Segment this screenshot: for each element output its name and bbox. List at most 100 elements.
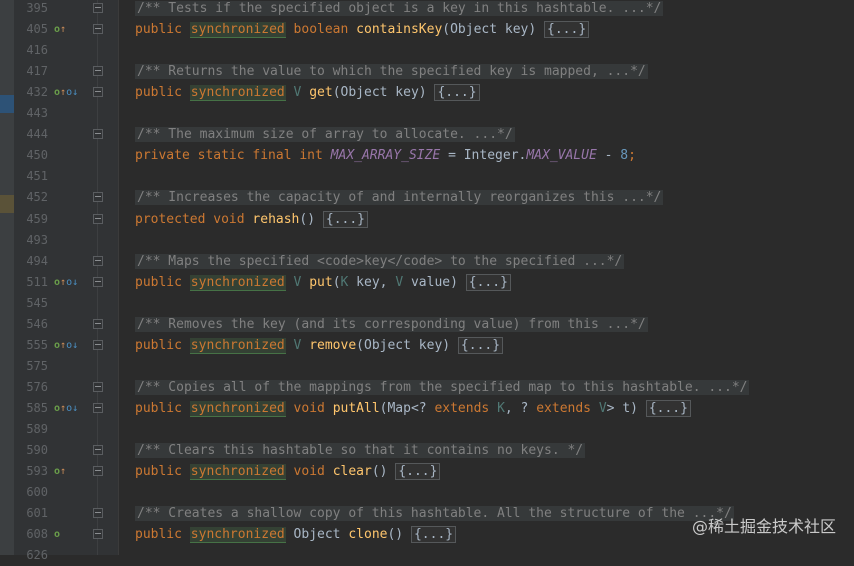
code-line[interactable]: 416: [0, 40, 854, 61]
code-line[interactable]: 452 /** Increases the capacity of and int…: [0, 187, 854, 208]
code-line[interactable]: 593 o↑ public synchronized void clear() {.…: [0, 461, 854, 482]
method-name: containsKey: [356, 22, 443, 38]
fold-toggle-icon[interactable]: [93, 3, 103, 13]
code-line[interactable]: 432 o↑o↓ public synchronized V get(Object …: [0, 82, 854, 103]
override-marker-icon[interactable]: o↑: [54, 461, 84, 482]
code-text[interactable]: /** Creates a shallow copy of this hasht…: [135, 503, 734, 524]
return-type: V: [293, 85, 302, 101]
override-marker-icon[interactable]: o↑o↓: [54, 82, 84, 103]
type-param: K: [489, 400, 505, 416]
fold-toggle-icon[interactable]: [93, 381, 103, 392]
watermark: @稀土掘金技术社区: [691, 517, 836, 536]
code-text[interactable]: private static final int MAX_ARRAY_SIZE …: [135, 145, 636, 166]
code-text[interactable]: public synchronized void clear() {...}: [135, 461, 441, 482]
code-line[interactable]: 511 o↑o↓ public synchronized V put(K key, …: [0, 272, 854, 293]
fold-toggle-icon[interactable]: [93, 402, 103, 413]
code-text[interactable]: protected void rehash() {...}: [135, 209, 369, 230]
return-type: V: [293, 274, 302, 290]
override-marker-icon[interactable]: o: [54, 524, 84, 545]
override-marker-icon[interactable]: o↑: [54, 19, 84, 40]
fold-toggle-icon[interactable]: [93, 318, 103, 329]
line-number: 545: [26, 295, 48, 310]
constant-field: MAX_VALUE: [526, 148, 597, 164]
code-text[interactable]: public synchronized boolean containsKey(…: [135, 19, 590, 40]
code-line[interactable]: 626: [0, 545, 854, 566]
override-marker-icon[interactable]: o↑o↓: [54, 335, 84, 356]
fold-toggle-icon[interactable]: [93, 529, 103, 540]
code-text[interactable]: /** Clears this hashtable so that it con…: [135, 440, 586, 461]
folded-body: {...}: [322, 210, 369, 228]
fold-toggle-icon[interactable]: [93, 66, 103, 77]
code-text[interactable]: public synchronized V remove(Object key)…: [135, 335, 504, 356]
code-text[interactable]: /** Tests if the specified object is a k…: [135, 0, 664, 19]
code-line[interactable]: 417 /** Returns the value to which the sp…: [0, 61, 854, 82]
fold-toggle-icon[interactable]: [93, 445, 103, 456]
code-line[interactable]: 444 /** The maximum size of array to allo…: [0, 124, 854, 145]
return-type: V: [293, 337, 302, 353]
code-line[interactable]: 555 o↑o↓ public synchronized V remove(Obje…: [0, 335, 854, 356]
fold-toggle-icon[interactable]: [93, 87, 103, 98]
code-text[interactable]: public synchronized void putAll(Map<? ex…: [135, 398, 691, 419]
line-number: 417: [26, 64, 48, 79]
code-line[interactable]: 494 /** Maps the specified <code>key</cod…: [0, 251, 854, 272]
code-line[interactable]: 590 /** Clears this hashtable so that it …: [0, 440, 854, 461]
code-text[interactable]: /** The maximum size of array to allocat…: [135, 124, 515, 145]
keyword: public: [135, 527, 182, 543]
code-line[interactable]: 545: [0, 293, 854, 314]
line-number: 590: [26, 443, 48, 458]
type-param: V: [591, 400, 607, 416]
code-line[interactable]: 546 /** Removes the key (and its correspo…: [0, 314, 854, 335]
method-name: get: [309, 85, 333, 101]
line-number: 395: [26, 1, 48, 15]
code-line[interactable]: 589: [0, 419, 854, 440]
code-line[interactable]: 600: [0, 482, 854, 503]
code-text[interactable]: /** Returns the value to which the speci…: [135, 61, 648, 82]
fold-toggle-icon[interactable]: [93, 339, 103, 350]
method-name: clear: [332, 464, 372, 480]
line-number: 443: [26, 106, 48, 121]
code-line[interactable]: 395 /** Tests if the specified object is …: [0, 0, 854, 19]
code-text[interactable]: /** Copies all of the mappings from the …: [135, 377, 750, 398]
code-line[interactable]: 451: [0, 166, 854, 187]
fold-toggle-icon[interactable]: [93, 276, 103, 287]
code-line[interactable]: 405 o↑ public synchronized boolean contain…: [0, 19, 854, 40]
fold-toggle-icon[interactable]: [93, 508, 103, 519]
fold-toggle-icon[interactable]: [93, 213, 103, 224]
method-args: (): [299, 211, 316, 227]
implemented-down-icon: o↓: [66, 87, 79, 99]
code-line[interactable]: 450 private static final int MAX_ARRAY_SI…: [0, 145, 854, 166]
keyword: public: [135, 274, 182, 290]
implements-up-icon: ↑: [60, 466, 67, 478]
code-line[interactable]: 575: [0, 356, 854, 377]
folded-body: {...}: [457, 336, 504, 354]
keyword: public: [135, 400, 182, 416]
fold-toggle-icon[interactable]: [93, 192, 103, 203]
method-args: (): [387, 527, 404, 543]
fold-toggle-icon[interactable]: [93, 466, 103, 477]
code-text[interactable]: /** Increases the capacity of and intern…: [135, 187, 664, 208]
fold-toggle-icon[interactable]: [93, 255, 103, 266]
code-token: > t): [606, 400, 638, 416]
code-text[interactable]: public synchronized Object clone() {...}: [135, 524, 457, 545]
code-text[interactable]: /** Removes the key (and its correspondi…: [135, 314, 648, 335]
override-marker-icon[interactable]: o↑o↓: [54, 398, 84, 419]
keyword: private static final int: [135, 148, 323, 164]
override-marker-icon[interactable]: o↑o↓: [54, 272, 84, 293]
method-name: put: [309, 274, 333, 290]
folded-body: {...}: [544, 21, 590, 39]
code-text[interactable]: public synchronized V put(K key, V value…: [135, 272, 511, 293]
line-number: 593: [26, 464, 48, 479]
fold-toggle-icon[interactable]: [93, 129, 103, 140]
code-text[interactable]: /** Maps the specified <code>key</code> …: [135, 251, 625, 272]
folded-doc-comment: /** The maximum size of array to allocat…: [135, 127, 515, 143]
code-line[interactable]: 585 o↑o↓ public synchronized void putAll(M…: [0, 398, 854, 419]
folded-doc-comment: /** Returns the value to which the speci…: [135, 64, 648, 80]
code-line[interactable]: 493: [0, 230, 854, 251]
code-line[interactable]: 576 /** Copies all of the mappings from t…: [0, 377, 854, 398]
code-line[interactable]: 443: [0, 103, 854, 124]
fold-toggle-icon[interactable]: [93, 24, 103, 35]
line-number: 601: [26, 506, 48, 521]
line-number: 585: [26, 400, 48, 415]
code-text[interactable]: public synchronized V get(Object key) {.…: [135, 82, 480, 103]
code-line[interactable]: 459 protected void rehash() {...}: [0, 209, 854, 230]
